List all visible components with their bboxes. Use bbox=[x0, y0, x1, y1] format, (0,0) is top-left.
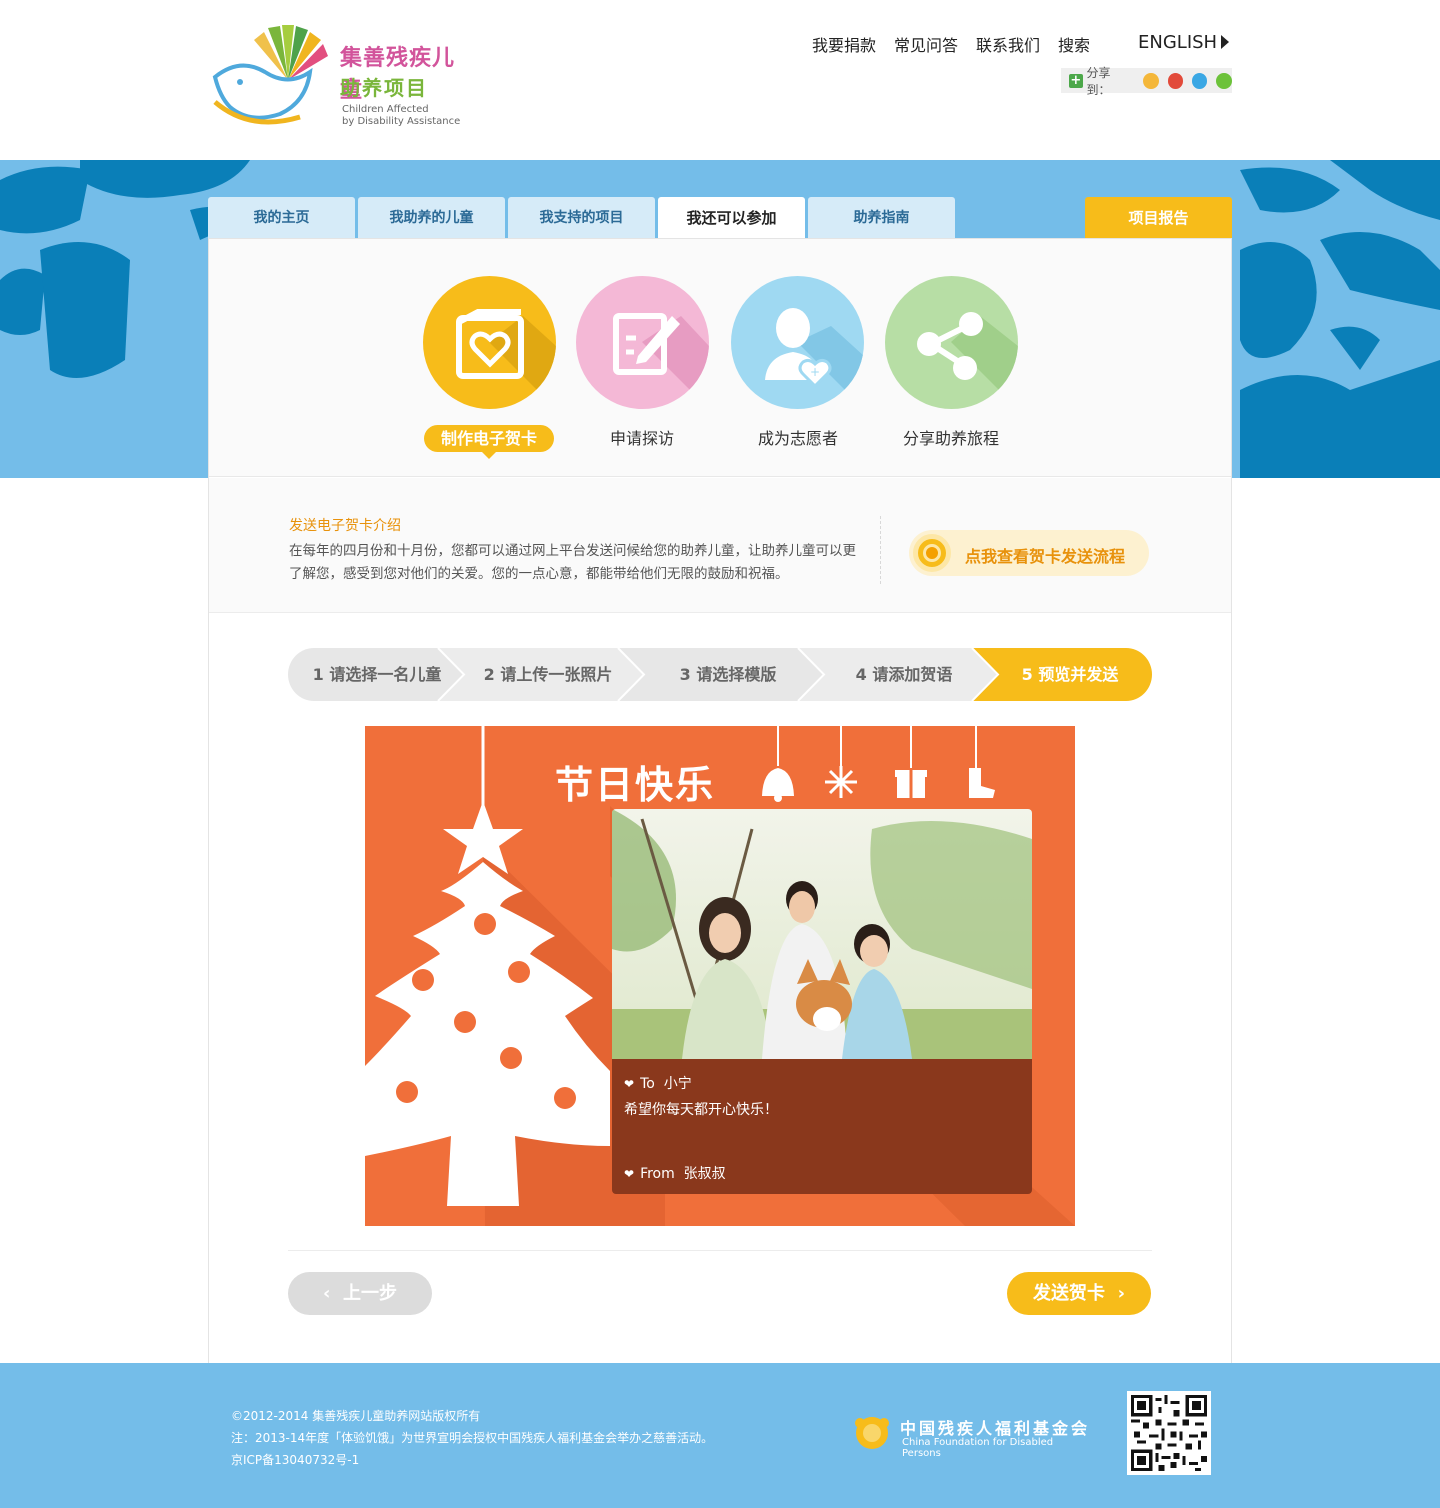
svg-text:+: + bbox=[810, 365, 820, 379]
nav-faq[interactable]: 常见问答 bbox=[894, 32, 958, 56]
site-footer: ©2012-2014 集善残疾儿童助养网站版权所有 注：2013-14年度「体验… bbox=[0, 1363, 1440, 1508]
step-2-num: 2 bbox=[483, 665, 495, 684]
step-1-label: 请选择一名儿童 bbox=[329, 665, 442, 684]
make-ecard-label[interactable]: 制作电子贺卡 bbox=[424, 425, 554, 459]
nav-contact[interactable]: 联系我们 bbox=[976, 32, 1040, 56]
prev-step-label: 上一步 bbox=[342, 1283, 397, 1304]
make-ecard-button[interactable] bbox=[423, 276, 556, 409]
send-card-button[interactable]: 发送贺卡 › bbox=[1007, 1272, 1151, 1315]
tab-my-children[interactable]: 我助养的儿童 bbox=[358, 197, 505, 239]
step-4-num: 4 bbox=[855, 665, 867, 684]
card-from-name: 张叔叔 bbox=[683, 1166, 726, 1182]
share-journey-button[interactable] bbox=[885, 276, 1018, 409]
heart-icon: ❤ bbox=[624, 1077, 635, 1091]
dove-logo-icon bbox=[212, 25, 328, 125]
ecard-intro: 发送电子贺卡介绍 在每年的四月份和十月份，您都可以通过网上平台发送问候给您的助养… bbox=[209, 478, 1231, 613]
qr-code bbox=[1127, 1391, 1211, 1475]
target-icon bbox=[913, 534, 951, 572]
apply-visit-button[interactable] bbox=[576, 276, 709, 409]
weibo-share-icon[interactable] bbox=[1167, 72, 1183, 89]
tab-participate[interactable]: 我还可以参加 bbox=[658, 197, 805, 239]
intro-title: 发送电子贺卡介绍 bbox=[289, 518, 401, 534]
logo-text-en-2: by Disability Assistance bbox=[342, 116, 461, 127]
tab-guide[interactable]: 助养指南 bbox=[808, 197, 955, 239]
ecard-preview: 节日快乐 ❤ To 小宁 希望你每天都开心快乐！ ❤ From 张叔叔 bbox=[365, 726, 1075, 1226]
snowflake-icon bbox=[825, 766, 857, 798]
chevron-left-icon: ‹ bbox=[323, 1283, 331, 1304]
prev-step-button[interactable]: ‹ 上一步 bbox=[288, 1272, 432, 1315]
foundation-name-cn: 中国残疾人福利基金会 bbox=[900, 1419, 1091, 1438]
step-5-num: 5 bbox=[1021, 665, 1033, 684]
step-2[interactable]: 2 请上传一张照片 bbox=[468, 648, 628, 701]
card-from-prefix: From bbox=[640, 1166, 675, 1182]
share-plus-icon[interactable]: + bbox=[1069, 73, 1083, 88]
english-link[interactable]: ENGLISH bbox=[1138, 32, 1229, 53]
tab-project-report[interactable]: 项目报告 bbox=[1085, 197, 1232, 239]
tab-my-projects[interactable]: 我支持的项目 bbox=[508, 197, 655, 239]
step-5-label: 预览并发送 bbox=[1038, 665, 1119, 684]
share-label: 分享到： bbox=[1086, 65, 1111, 97]
action-circles: 制作电子贺卡 申请探访 + 成为志愿者 分享助养旅程 bbox=[209, 239, 1231, 477]
footer-copyright: ©2012-2014 集善残疾儿童助养网站版权所有 bbox=[231, 1409, 481, 1423]
tab-home[interactable]: 我的主页 bbox=[208, 197, 355, 239]
view-flow-label: 点我查看贺卡发送流程 bbox=[965, 547, 1126, 566]
intro-divider bbox=[880, 516, 881, 584]
foundation-name-en: China Foundation for Disabled Persons bbox=[902, 1437, 1054, 1459]
step-3-num: 3 bbox=[679, 665, 691, 684]
family-photo bbox=[612, 809, 1032, 1059]
share-journey-label[interactable]: 分享助养旅程 bbox=[881, 425, 1021, 449]
step-3-label: 请选择模版 bbox=[696, 665, 777, 684]
card-message: 希望你每天都开心快乐！ bbox=[624, 1102, 778, 1118]
tencent-weibo-share-icon[interactable] bbox=[1192, 72, 1208, 89]
step-3[interactable]: 3 请选择模版 bbox=[648, 648, 808, 701]
step-1[interactable]: 1 请选择一名儿童 bbox=[302, 648, 452, 701]
share-bar: + 分享到： bbox=[1061, 66, 1232, 97]
become-volunteer-label[interactable]: 成为志愿者 bbox=[728, 425, 868, 449]
foundation-emblem-icon bbox=[855, 1417, 889, 1449]
card-title: 节日快乐 bbox=[555, 763, 716, 807]
send-card-label: 发送贺卡 bbox=[1033, 1283, 1106, 1304]
card-heart-icon bbox=[456, 309, 556, 409]
logo-text-cn-2: 助养项目 bbox=[340, 76, 428, 100]
nav-donate[interactable]: 我要捐款 bbox=[812, 32, 876, 56]
qzone-share-icon[interactable] bbox=[1143, 72, 1159, 89]
footer-note: 注：2013-14年度「体验饥饿」为世界宣明会授权中国残疾人福利基金会举办之慈善… bbox=[231, 1431, 714, 1445]
card-message-box: ❤ To 小宁 希望你每天都开心快乐！ ❤ From 张叔叔 bbox=[612, 1059, 1032, 1194]
qr-code-image bbox=[1131, 1395, 1207, 1471]
step-4[interactable]: 4 请添加贺语 bbox=[824, 648, 984, 701]
step-4-label: 请添加贺语 bbox=[872, 665, 953, 684]
card-to-prefix: To bbox=[640, 1076, 655, 1092]
top-nav: 我要捐款 常见问答 联系我们 搜索 bbox=[812, 32, 1090, 56]
step-progress: 1 请选择一名儿童 2 请上传一张照片 3 请选择模版 4 请添加贺语 5 预览… bbox=[288, 648, 1152, 701]
foundation-logo[interactable]: 中国残疾人福利基金会 China Foundation for Disabled… bbox=[854, 1413, 1094, 1459]
nav-search[interactable]: 搜索 bbox=[1058, 32, 1090, 56]
footer-icp[interactable]: 京ICP备13040732号-1 bbox=[231, 1451, 359, 1468]
chevron-right-icon: › bbox=[1117, 1283, 1125, 1304]
step-5[interactable]: 5 预览并发送 bbox=[1000, 648, 1140, 701]
share-icon bbox=[917, 312, 1018, 409]
step-1-num: 1 bbox=[312, 665, 324, 684]
card-from-line: ❤ From 张叔叔 bbox=[624, 1163, 726, 1183]
card-to-name: 小宁 bbox=[663, 1076, 692, 1092]
view-flow-button[interactable]: 点我查看贺卡发送流程 bbox=[909, 530, 1149, 576]
wechat-share-icon[interactable] bbox=[1216, 72, 1232, 89]
edit-form-icon bbox=[613, 313, 709, 409]
step-2-label: 请上传一张照片 bbox=[500, 665, 613, 684]
main-tabs: 我的主页 我助养的儿童 我支持的项目 我还可以参加 助养指南 项目报告 bbox=[208, 197, 1232, 239]
logo-text-en-1: Children Affected bbox=[342, 104, 429, 115]
volunteer-icon: + bbox=[765, 308, 864, 409]
family-photo-image bbox=[612, 809, 1032, 1059]
site-header: 集善残疾儿童 助养项目 Children Affected by Disabil… bbox=[0, 0, 1440, 160]
become-volunteer-button[interactable]: + bbox=[731, 276, 864, 409]
intro-text: 在每年的四月份和十月份，您都可以通过网上平台发送问候给您的助养儿童，让助养儿童可… bbox=[289, 543, 856, 582]
divider bbox=[288, 1250, 1152, 1251]
site-logo[interactable]: 集善残疾儿童 助养项目 Children Affected by Disabil… bbox=[210, 22, 470, 140]
card-to-line: ❤ To 小宁 bbox=[624, 1073, 692, 1093]
heart-icon: ❤ bbox=[624, 1167, 635, 1181]
apply-visit-label[interactable]: 申请探访 bbox=[572, 425, 712, 449]
